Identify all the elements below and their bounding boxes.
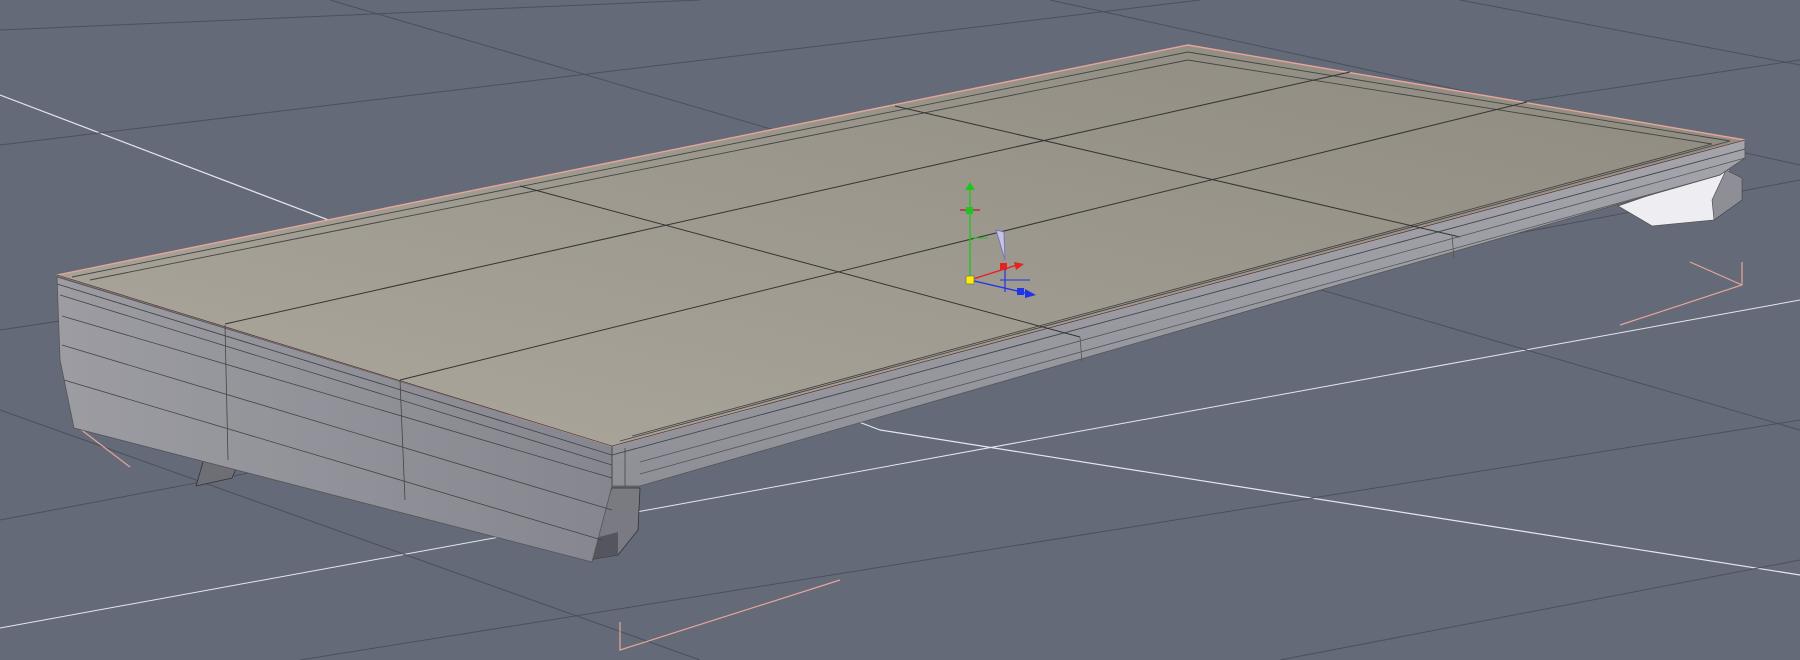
viewport-canvas[interactable] xyxy=(0,0,1800,660)
bounds-corner xyxy=(619,579,841,651)
grid-line-major xyxy=(879,429,1800,576)
table-mesh[interactable] xyxy=(56,44,1746,563)
bounds-corner xyxy=(1689,261,1743,286)
move-y-handle[interactable] xyxy=(966,207,973,214)
bounds-corner xyxy=(1619,262,1743,326)
pivot-point-icon[interactable] xyxy=(965,275,975,285)
move-z-handle[interactable] xyxy=(1017,288,1024,295)
grid-line-minor xyxy=(1279,559,1800,660)
move-x-handle[interactable] xyxy=(1000,263,1007,270)
3d-viewport[interactable] xyxy=(0,0,1800,660)
grid-line-minor xyxy=(0,0,701,31)
grid-line-minor xyxy=(1459,0,1800,66)
